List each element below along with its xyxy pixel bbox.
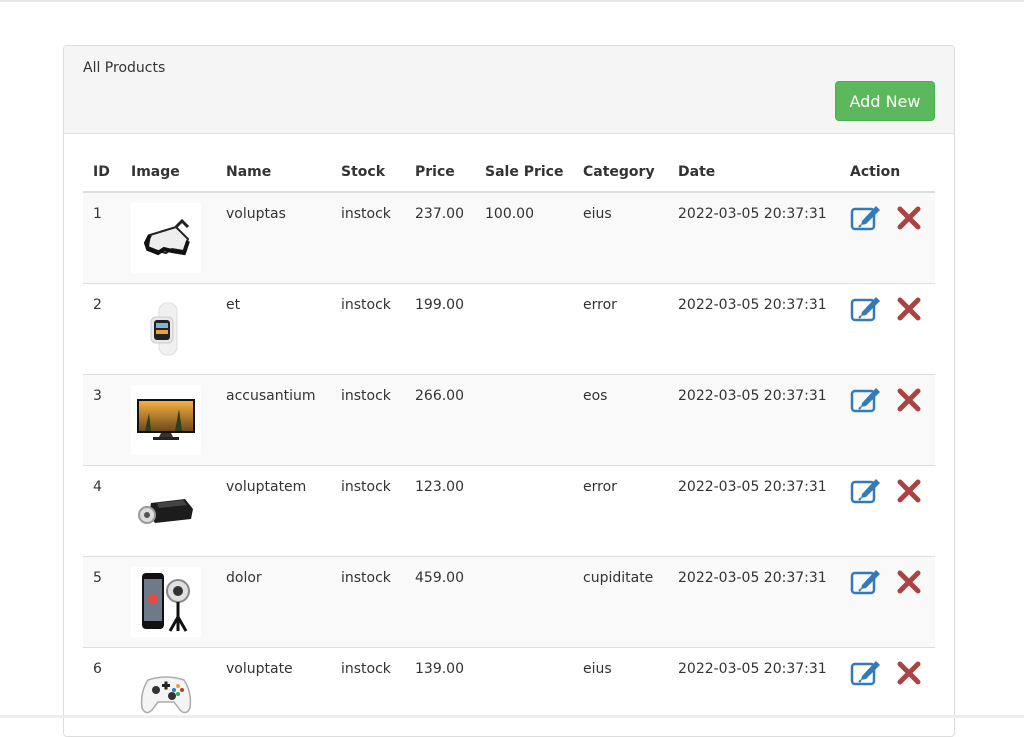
panel-heading: All Products Add New	[64, 46, 954, 134]
delete-icon[interactable]	[896, 569, 922, 595]
delete-icon[interactable]	[896, 478, 922, 504]
header-stock: Stock	[341, 164, 386, 180]
delete-icon[interactable]	[896, 205, 922, 231]
cell-date: 2022-03-05 20:37:31	[678, 206, 827, 222]
cell-stock: instock	[341, 206, 391, 222]
cell-date: 2022-03-05 20:37:31	[678, 661, 827, 677]
cell-id: 1	[93, 206, 102, 222]
cell-price: 123.00	[415, 479, 464, 495]
header-action: Action	[850, 164, 901, 180]
tv-icon	[131, 385, 201, 455]
cell-price: 266.00	[415, 388, 464, 404]
cell-name: et	[226, 297, 241, 313]
header-price: Price	[415, 164, 455, 180]
cell-stock: instock	[341, 661, 391, 677]
cell-date: 2022-03-05 20:37:31	[678, 297, 827, 313]
table-row: 5 dolor instock 459.00 cupiditate 2022-0…	[83, 557, 935, 648]
cell-stock: instock	[341, 479, 391, 495]
cell-name: voluptate	[226, 661, 293, 677]
table-row: 6 voluptate instock 139.00 eius 2022-03-…	[83, 648, 935, 736]
vr-headset-dark-icon	[131, 476, 201, 546]
table-row: 2 et instock 199.00 error 2022-03-05 20:…	[83, 284, 935, 375]
products-panel: All Products Add New ID Image Name Stock…	[63, 45, 955, 737]
edit-icon[interactable]	[850, 385, 882, 415]
edit-icon[interactable]	[850, 294, 882, 324]
delete-icon[interactable]	[896, 660, 922, 686]
cell-id: 4	[93, 479, 102, 495]
cell-name: voluptas	[226, 206, 286, 222]
edit-icon[interactable]	[850, 476, 882, 506]
cell-stock: instock	[341, 297, 391, 313]
delete-icon[interactable]	[896, 296, 922, 322]
cell-category: eos	[583, 388, 608, 404]
edit-icon[interactable]	[850, 203, 882, 233]
vr-headset-icon	[131, 203, 201, 273]
cell-price: 459.00	[415, 570, 464, 586]
edit-icon[interactable]	[850, 567, 882, 597]
table-row: 1 voluptas instock 237.00 100.00 eius 20…	[83, 193, 935, 284]
cell-price: 199.00	[415, 297, 464, 313]
panel-title: All Products	[83, 60, 166, 76]
add-new-button[interactable]: Add New	[835, 81, 935, 121]
cell-category: error	[583, 479, 617, 495]
cell-name: accusantium	[226, 388, 316, 404]
phone-camera-icon	[131, 567, 201, 637]
cell-stock: instock	[341, 388, 391, 404]
cell-category: eius	[583, 206, 612, 222]
cell-date: 2022-03-05 20:37:31	[678, 388, 827, 404]
header-sale-price: Sale Price	[485, 164, 564, 180]
products-table: ID Image Name Stock Price Sale Price Cat…	[83, 151, 935, 736]
table-row: 4 voluptatem instock 123.00 error 2022-0…	[83, 466, 935, 557]
cell-name: voluptatem	[226, 479, 307, 495]
table-header: ID Image Name Stock Price Sale Price Cat…	[83, 151, 935, 193]
smartwatch-icon	[131, 294, 201, 364]
cell-category: eius	[583, 661, 612, 677]
cell-id: 5	[93, 570, 102, 586]
cell-id: 3	[93, 388, 102, 404]
header-category: Category	[583, 164, 655, 180]
top-divider	[0, 0, 1024, 2]
header-image: Image	[131, 164, 180, 180]
delete-icon[interactable]	[896, 387, 922, 413]
table-row: 3 accusantium instock 266.00 eos 2022-03…	[83, 375, 935, 466]
cell-sale-price: 100.00	[485, 206, 534, 222]
cell-date: 2022-03-05 20:37:31	[678, 570, 827, 586]
cell-price: 139.00	[415, 661, 464, 677]
cell-stock: instock	[341, 570, 391, 586]
cell-category: error	[583, 297, 617, 313]
header-name: Name	[226, 164, 272, 180]
cell-price: 237.00	[415, 206, 464, 222]
header-id: ID	[93, 164, 110, 180]
cell-category: cupiditate	[583, 570, 654, 586]
edit-icon[interactable]	[850, 658, 882, 688]
cell-id: 6	[93, 661, 102, 677]
header-date: Date	[678, 164, 716, 180]
cell-date: 2022-03-05 20:37:31	[678, 479, 827, 495]
cell-id: 2	[93, 297, 102, 313]
cell-name: dolor	[226, 570, 262, 586]
